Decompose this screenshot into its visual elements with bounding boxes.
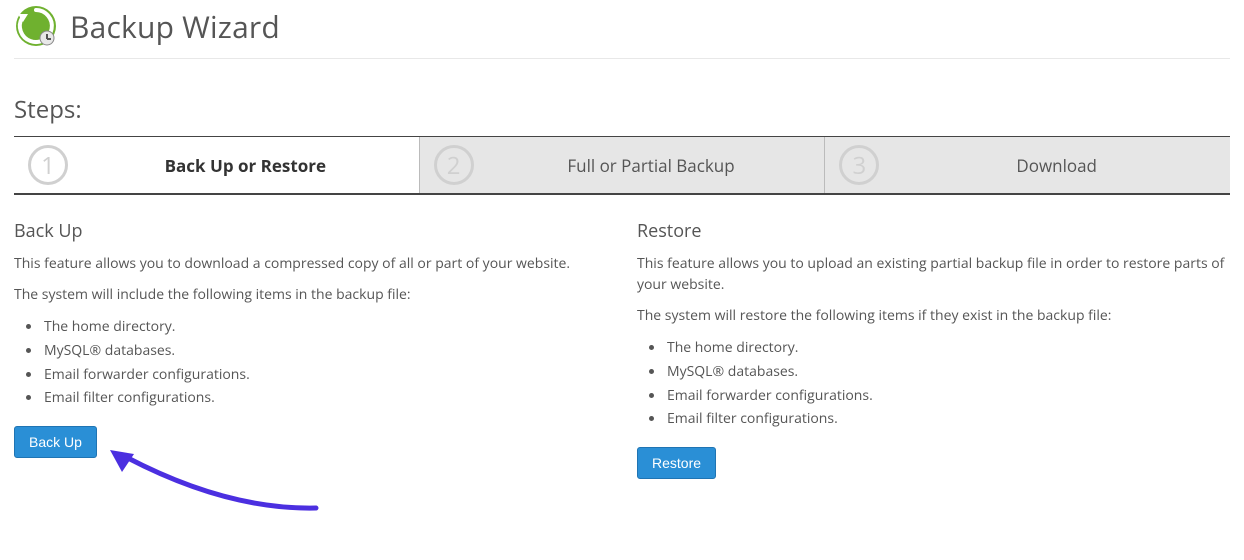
- list-item: The home directory.: [42, 315, 607, 339]
- backup-list-intro: The system will include the following it…: [14, 284, 607, 305]
- backup-wizard-icon: [14, 4, 58, 48]
- list-item: Email forwarder configurations.: [665, 384, 1230, 408]
- step-label: Back Up or Restore: [86, 154, 405, 177]
- list-item: Email filter configurations.: [665, 407, 1230, 431]
- backup-description: This feature allows you to download a co…: [14, 253, 607, 274]
- step-number: 1: [28, 145, 68, 185]
- restore-list-intro: The system will restore the following it…: [637, 305, 1230, 326]
- restore-heading: Restore: [637, 219, 1230, 243]
- list-item: Email forwarder configurations.: [42, 363, 607, 387]
- restore-description: This feature allows you to upload an exi…: [637, 253, 1230, 295]
- steps-nav: 1 Back Up or Restore 2 Full or Partial B…: [14, 136, 1230, 195]
- restore-button[interactable]: Restore: [637, 447, 716, 479]
- step-number: 2: [434, 145, 474, 185]
- step-3[interactable]: 3 Download: [825, 137, 1230, 193]
- step-1[interactable]: 1 Back Up or Restore: [14, 137, 420, 193]
- step-2[interactable]: 2 Full or Partial Backup: [420, 137, 826, 193]
- step-label: Download: [897, 154, 1216, 177]
- restore-column: Restore This feature allows you to uploa…: [637, 219, 1230, 520]
- arrow-annotation-icon: [106, 450, 607, 520]
- step-label: Full or Partial Backup: [492, 154, 811, 177]
- list-item: The home directory.: [665, 336, 1230, 360]
- page-title: Backup Wizard: [70, 6, 280, 47]
- backup-items: The home directory. MySQL® databases. Em…: [42, 315, 607, 410]
- backup-button[interactable]: Back Up: [14, 426, 97, 458]
- list-item: MySQL® databases.: [665, 360, 1230, 384]
- backup-heading: Back Up: [14, 219, 607, 243]
- page-header: Backup Wizard: [14, 0, 1230, 59]
- restore-items: The home directory. MySQL® databases. Em…: [665, 336, 1230, 431]
- list-item: MySQL® databases.: [42, 339, 607, 363]
- list-item: Email filter configurations.: [42, 386, 607, 410]
- backup-column: Back Up This feature allows you to downl…: [14, 219, 607, 520]
- step-number: 3: [839, 145, 879, 185]
- steps-title: Steps:: [14, 93, 1230, 126]
